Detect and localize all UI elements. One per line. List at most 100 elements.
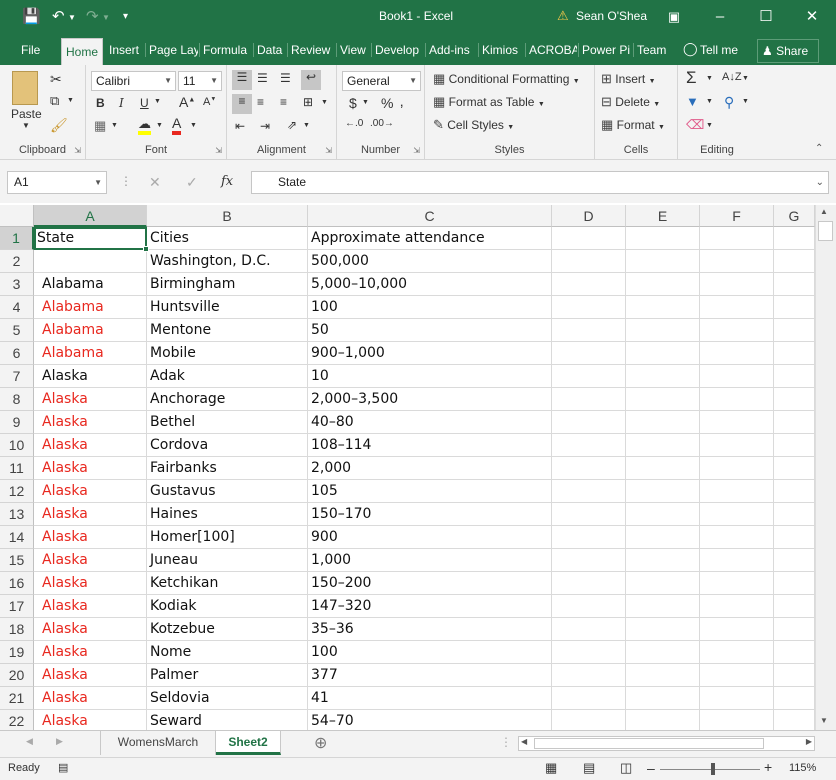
column-header-a[interactable]: A <box>34 205 147 227</box>
empty-cell[interactable] <box>626 457 700 480</box>
format-as-table-button[interactable]: ▦ Format as Table ▼ <box>433 94 545 110</box>
empty-cell[interactable] <box>552 388 626 411</box>
paste-button[interactable]: Paste <box>11 107 42 121</box>
scroll-left-icon[interactable]: ◀ <box>521 737 527 746</box>
empty-cell[interactable] <box>626 342 700 365</box>
vertical-scrollbar[interactable]: ▲ ▼ <box>815 205 836 730</box>
row-header[interactable]: 21 <box>0 687 34 710</box>
cell-a9[interactable]: Alaska <box>34 411 147 434</box>
cell-c11[interactable]: 2,000 <box>308 457 552 480</box>
empty-cell[interactable] <box>552 526 626 549</box>
cell-a20[interactable]: Alaska <box>34 664 147 687</box>
insert-cells-button[interactable]: ⊞ Insert ▼ <box>601 71 656 87</box>
cell-a4[interactable]: Alabama <box>34 296 147 319</box>
row-header[interactable]: 18 <box>0 618 34 641</box>
cell-b14[interactable]: Homer[100] <box>147 526 308 549</box>
cell-c10[interactable]: 108–114 <box>308 434 552 457</box>
row-header[interactable]: 1 <box>0 227 34 250</box>
increase-indent-icon[interactable]: ⇥ <box>260 119 270 133</box>
empty-cell[interactable] <box>552 710 626 730</box>
paste-icon[interactable] <box>12 71 38 105</box>
fill-icon[interactable]: ▼ <box>686 94 699 109</box>
fill-handle[interactable] <box>143 246 149 252</box>
font-launcher-icon[interactable]: ⇲ <box>215 146 222 155</box>
empty-cell[interactable] <box>700 319 774 342</box>
cell-b12[interactable]: Gustavus <box>147 480 308 503</box>
redo-icon[interactable]: ↷ <box>86 7 99 25</box>
sort-filter-dropdown-icon[interactable]: ▼ <box>742 75 749 82</box>
row-header[interactable]: 2 <box>0 250 34 273</box>
autosum-icon[interactable]: Σ <box>686 68 697 88</box>
tab-home[interactable]: Home <box>61 38 103 65</box>
cell-a2[interactable] <box>34 250 147 273</box>
empty-cell[interactable] <box>700 457 774 480</box>
column-header-f[interactable]: F <box>700 205 774 227</box>
user-name[interactable]: Sean O'Shea <box>576 9 647 23</box>
cell-b9[interactable]: Bethel <box>147 411 308 434</box>
maximize-button[interactable]: ☐ <box>743 4 789 30</box>
row-header[interactable]: 22 <box>0 710 34 730</box>
cell-c17[interactable]: 147–320 <box>308 595 552 618</box>
ribbon-display-options-icon[interactable]: ▣ <box>651 4 697 30</box>
empty-cell[interactable] <box>774 480 815 503</box>
bottom-align-icon[interactable]: ☰ <box>280 71 291 85</box>
empty-cell[interactable] <box>552 296 626 319</box>
decrease-decimal-icon[interactable]: .00→ <box>370 118 394 129</box>
empty-cell[interactable] <box>626 572 700 595</box>
empty-cell[interactable] <box>552 411 626 434</box>
find-select-icon[interactable]: ⚲ <box>724 94 734 111</box>
empty-cell[interactable] <box>700 664 774 687</box>
empty-cell[interactable] <box>626 526 700 549</box>
empty-cell[interactable] <box>700 480 774 503</box>
clear-dropdown-icon[interactable]: ▼ <box>706 122 713 129</box>
row-header[interactable]: 4 <box>0 296 34 319</box>
tab-review[interactable]: Review <box>287 43 335 57</box>
expand-formula-icon[interactable]: ⌄ <box>816 172 824 193</box>
currency-dropdown-icon[interactable]: ▼ <box>362 99 369 106</box>
row-header[interactable]: 15 <box>0 549 34 572</box>
align-center-icon[interactable]: ≡ <box>257 95 264 109</box>
share-button[interactable]: ♟ Share <box>757 39 819 63</box>
cell-b17[interactable]: Kodiak <box>147 595 308 618</box>
row-header[interactable]: 3 <box>0 273 34 296</box>
format-painter-icon[interactable]: 🖌 <box>50 117 68 134</box>
cell-a19[interactable]: Alaska <box>34 641 147 664</box>
cell-b16[interactable]: Ketchikan <box>147 572 308 595</box>
increase-decimal-icon[interactable]: ←.0 <box>345 118 363 129</box>
empty-cell[interactable] <box>700 388 774 411</box>
empty-cell[interactable] <box>700 595 774 618</box>
orientation-icon[interactable]: ⇗ <box>287 118 297 132</box>
empty-cell[interactable] <box>774 388 815 411</box>
cell-c20[interactable]: 377 <box>308 664 552 687</box>
empty-cell[interactable] <box>774 710 815 730</box>
cell-a3[interactable]: Alabama <box>34 273 147 296</box>
column-header-g[interactable]: G <box>774 205 815 227</box>
row-header[interactable]: 12 <box>0 480 34 503</box>
cell-c7[interactable]: 10 <box>308 365 552 388</box>
empty-cell[interactable] <box>700 227 774 250</box>
empty-cell[interactable] <box>700 434 774 457</box>
empty-cell[interactable] <box>626 618 700 641</box>
empty-cell[interactable] <box>774 526 815 549</box>
borders-dropdown-icon[interactable]: ▼ <box>111 122 118 129</box>
save-icon[interactable]: 💾 <box>22 7 41 25</box>
number-launcher-icon[interactable]: ⇲ <box>413 146 420 155</box>
empty-cell[interactable] <box>552 227 626 250</box>
cell-b5[interactable]: Mentone <box>147 319 308 342</box>
font-color-icon[interactable]: A <box>172 116 182 135</box>
cell-a14[interactable]: Alaska <box>34 526 147 549</box>
enter-icon[interactable]: ✓ <box>186 174 198 191</box>
empty-cell[interactable] <box>774 687 815 710</box>
empty-cell[interactable] <box>552 434 626 457</box>
cell-b6[interactable]: Mobile <box>147 342 308 365</box>
underline-icon[interactable]: U <box>140 96 149 110</box>
fill-color-icon[interactable]: ☁ <box>138 117 151 135</box>
undo-icon[interactable]: ↶ <box>52 7 65 25</box>
cell-c9[interactable]: 40–80 <box>308 411 552 434</box>
column-header-e[interactable]: E <box>626 205 700 227</box>
comma-icon[interactable]: ‚ <box>400 93 403 110</box>
empty-cell[interactable] <box>552 319 626 342</box>
copy-icon[interactable]: ⧉ <box>50 93 59 109</box>
empty-cell[interactable] <box>626 434 700 457</box>
merge-center-icon[interactable]: ⊞ <box>303 95 313 109</box>
